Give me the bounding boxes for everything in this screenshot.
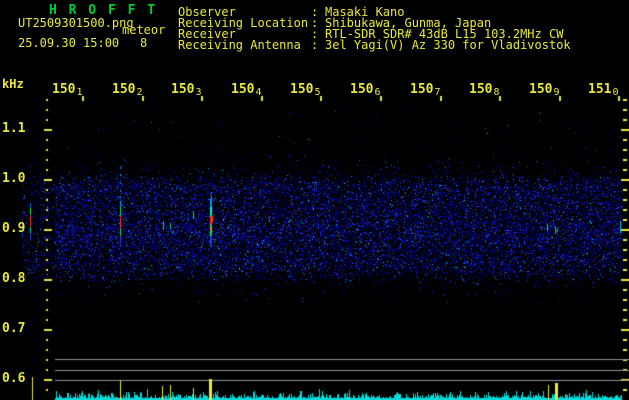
time-tick-label-main: 150 <box>350 82 374 97</box>
info-label: Receiving Antenna <box>178 38 301 52</box>
freq-tick-label: 0.8 <box>2 271 26 286</box>
freq-tick-label: 1.1 <box>2 121 26 136</box>
time-tick-label: 1506 <box>350 82 381 98</box>
time-tick-label-minute: 8 <box>493 87 500 98</box>
time-tick-label-main: 150 <box>410 82 434 97</box>
hrofft-screen: H R O F F T UT2509301500.png meteor 25.0… <box>0 0 629 400</box>
output-filename: UT2509301500.png <box>18 16 134 30</box>
time-tick-label: 1503 <box>171 82 202 98</box>
time-tick-label-main: 150 <box>469 82 493 97</box>
time-tick-label-main: 150 <box>290 82 314 97</box>
time-tick-label: 1509 <box>529 82 560 98</box>
freq-tick-label: 1.0 <box>2 171 26 186</box>
time-tick-label-minute: 0 <box>612 87 619 98</box>
time-tick-label-main: 150 <box>231 82 255 97</box>
time-tick-label-minute: 2 <box>136 87 143 98</box>
spectrogram-canvas <box>0 0 629 400</box>
time-tick-label: 1508 <box>469 82 500 98</box>
time-tick-label: 1502 <box>112 82 143 98</box>
time-tick-label-minute: 4 <box>255 87 262 98</box>
freq-tick-label: 0.7 <box>2 321 26 336</box>
time-tick-label-minute: 9 <box>553 87 560 98</box>
time-tick-label-minute: 5 <box>314 87 321 98</box>
time-tick-label-main: 150 <box>171 82 195 97</box>
station-name: meteor <box>122 23 166 37</box>
time-tick-label: 1505 <box>290 82 321 98</box>
time-tick-label: 1510 <box>588 82 619 98</box>
time-tick-label-main: 151 <box>588 82 612 97</box>
freq-tick-label: 0.9 <box>2 221 26 236</box>
info-colon: : <box>311 38 319 52</box>
time-tick-label-minute: 6 <box>374 87 381 98</box>
time-tick-label: 1501 <box>52 82 83 98</box>
freq-tick-label: 0.6 <box>2 371 26 386</box>
time-tick-label-minute: 7 <box>434 87 441 98</box>
time-tick-label-minute: 1 <box>76 87 83 98</box>
info-value: 3el Yagi(V) Az 330 for Vladivostok <box>325 38 571 52</box>
time-tick-label: 1507 <box>410 82 441 98</box>
echo-count: 8 <box>140 36 148 50</box>
time-tick-label: 1504 <box>231 82 262 98</box>
datetime-label: 25.09.30 15:00 <box>18 36 120 50</box>
frequency-axis-unit: kHz <box>2 77 24 91</box>
time-tick-label-main: 150 <box>529 82 553 97</box>
time-tick-label-main: 150 <box>52 82 76 97</box>
time-tick-label-main: 150 <box>112 82 136 97</box>
time-tick-label-minute: 3 <box>195 87 202 98</box>
